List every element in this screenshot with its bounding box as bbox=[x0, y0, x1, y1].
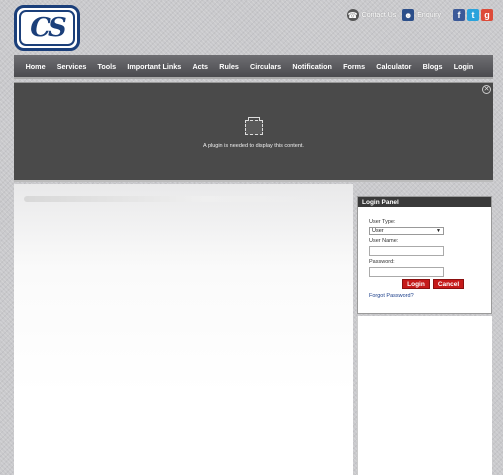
user-type-select[interactable]: User ▼ bbox=[369, 227, 444, 235]
facebook-icon[interactable]: f bbox=[453, 9, 465, 21]
password-label: Password: bbox=[369, 259, 395, 265]
password-input[interactable] bbox=[369, 267, 444, 277]
cancel-button[interactable]: Cancel bbox=[433, 279, 464, 289]
enquiry-link[interactable]: ☻ Enquiry bbox=[402, 9, 441, 21]
social-links: f t g bbox=[453, 9, 493, 21]
content-divider bbox=[24, 196, 324, 202]
nav-rules[interactable]: Rules bbox=[214, 62, 245, 71]
main-content bbox=[14, 184, 353, 475]
nav-important-links[interactable]: Important Links bbox=[122, 62, 187, 71]
plugin-message: A plugin is needed to display this conte… bbox=[203, 143, 304, 149]
nav-circulars[interactable]: Circulars bbox=[244, 62, 286, 71]
nav-home[interactable]: Home bbox=[20, 62, 51, 71]
google-icon[interactable]: g bbox=[481, 9, 493, 21]
nav-calculator[interactable]: Calculator bbox=[371, 62, 417, 71]
top-links: ☎ Contact Us ☻ Enquiry f t g bbox=[346, 9, 493, 21]
login-panel-title: Login Panel bbox=[358, 197, 491, 207]
page: CS ☎ Contact Us ☻ Enquiry f t g Home Ser… bbox=[14, 0, 493, 475]
close-icon[interactable]: ✕ bbox=[482, 85, 491, 94]
nav-login[interactable]: Login bbox=[448, 62, 479, 71]
content-gradient bbox=[14, 184, 353, 394]
nav-services[interactable]: Services bbox=[51, 62, 92, 71]
twitter-icon[interactable]: t bbox=[467, 9, 479, 21]
nav-notification[interactable]: Notification bbox=[287, 62, 338, 71]
nav-tools[interactable]: Tools bbox=[92, 62, 122, 71]
nav-forms[interactable]: Forms bbox=[338, 62, 371, 71]
plugin-banner: ✕ A plugin is needed to display this con… bbox=[14, 82, 493, 182]
user-type-label: User Type: bbox=[369, 219, 396, 225]
login-panel: Login Panel User Type: User ▼ User Name:… bbox=[357, 196, 492, 314]
main-nav: Home Services Tools Important Links Acts… bbox=[14, 55, 493, 79]
user-name-input[interactable] bbox=[369, 246, 444, 256]
enquiry-label: Enquiry bbox=[417, 11, 441, 19]
plugin-icon[interactable] bbox=[245, 117, 263, 135]
contact-us-label: Contact Us bbox=[361, 11, 397, 19]
site-logo[interactable]: CS bbox=[14, 5, 80, 51]
nav-blogs[interactable]: Blogs bbox=[417, 62, 448, 71]
enquiry-person-icon: ☻ bbox=[402, 9, 415, 21]
user-type-value: User bbox=[372, 228, 384, 234]
chevron-down-icon: ▼ bbox=[436, 228, 441, 234]
login-button[interactable]: Login bbox=[402, 279, 430, 289]
sidebar-column bbox=[357, 316, 492, 475]
forgot-password-link[interactable]: Forgot Password? bbox=[369, 293, 414, 299]
contact-us-link[interactable]: ☎ Contact Us bbox=[346, 9, 397, 21]
phone-icon: ☎ bbox=[346, 9, 359, 21]
logo-text: CS bbox=[19, 10, 75, 46]
user-name-label: User Name: bbox=[369, 238, 399, 244]
nav-acts[interactable]: Acts bbox=[187, 62, 214, 71]
